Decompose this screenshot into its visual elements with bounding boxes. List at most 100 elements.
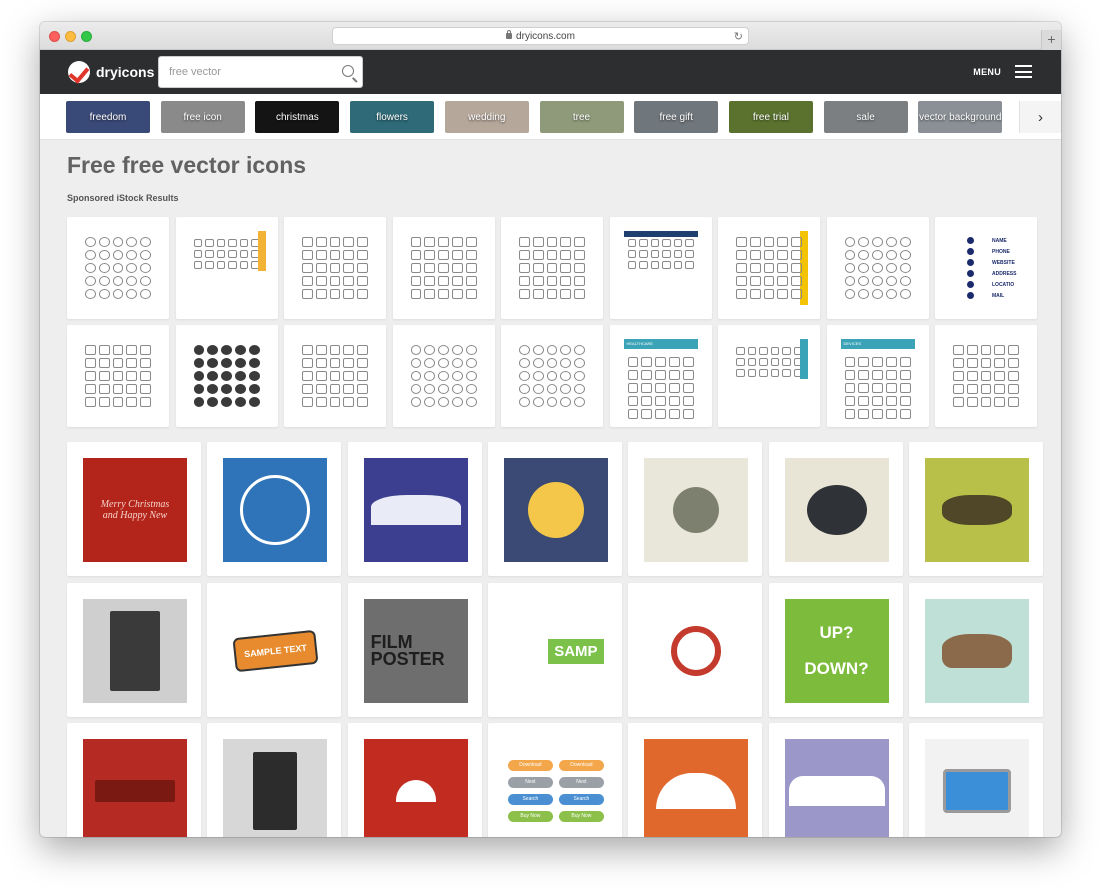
artwork-shape [656,773,737,809]
sample-button: Buy Now [558,811,604,822]
construction-vector-card[interactable] [207,723,342,837]
contact-label: ADDRESS [992,270,1017,277]
sponsored-card-clock-icons[interactable] [175,325,278,427]
tag-free-icon[interactable]: free icon [160,101,245,133]
skull-halftone-image [784,458,889,562]
girl-umbrella-vector-card[interactable] [347,723,482,837]
sample-text-banner-vector-card[interactable]: SAMPLE TEXT [207,583,342,717]
site-logo[interactable]: dryicons [68,61,154,83]
tag-tree[interactable]: tree [539,101,624,133]
tag-sale[interactable]: sale [823,101,908,133]
infographic-icons [627,239,694,269]
menu-label[interactable]: MENU [973,67,1001,77]
headphones-image [644,599,749,703]
address-bar[interactable]: dryicons.com ↻ [332,27,749,45]
city-buildings-image [83,599,187,703]
page-title: Free free vector icons [67,152,307,178]
sponsored-card-devices-icons[interactable]: DEVICES [826,325,929,427]
christmas-ornament-vector-card[interactable]: Merry Christmas and Happy New [67,442,201,576]
sponsored-card-infographic-icons[interactable] [609,217,712,319]
sponsored-card-thumbs-icons[interactable] [392,325,495,427]
minimize-window-button[interactable] [65,31,76,42]
sponsored-card-misc-icons[interactable] [935,325,1037,427]
artwork-shape [673,487,720,533]
tag-free-trial[interactable]: free trial [728,101,813,133]
tag-freedom[interactable]: freedom [66,101,150,133]
search-input[interactable] [159,57,329,87]
sponsored-card-people-icons[interactable] [392,217,495,319]
sponsored-card-healthcare-icons[interactable]: HEALTHCARE [609,325,712,427]
tag-flowers[interactable]: flowers [350,101,435,133]
party-crowd-vector-card[interactable] [768,723,903,837]
search-icon[interactable] [342,65,354,77]
sponsored-card-weather-icons[interactable] [175,217,278,319]
sponsored-card-contact-icons[interactable]: NAME PHONE WEBSITE ADDRESS LOCATIO MAIL [935,217,1037,319]
media-icons [736,347,802,377]
contact-label: NAME [992,237,1007,244]
artwork-text: UP? DOWN? [804,623,869,678]
logo-text: dryicons [96,64,155,80]
alarm-icons [519,345,585,407]
sample-button: Search [558,794,604,805]
tag-christmas[interactable]: christmas [255,101,340,133]
artwork-shape [942,769,1011,813]
tag-vector-background[interactable]: vector background [918,101,1003,133]
artwork-shape [806,485,867,535]
artwork-shape [395,780,436,802]
headphones-vector-card[interactable] [628,583,763,717]
new-tab-button[interactable]: + [1041,30,1061,50]
shoes-grid-vector-card[interactable] [908,442,1043,576]
artwork-text: Merry Christmas and Happy New [100,499,170,521]
sponsored-card-alarm-icons[interactable] [501,325,603,427]
maximize-window-button[interactable] [81,31,92,42]
artwork-shape [527,482,584,538]
elevator-sign-vector-card[interactable]: UP? DOWN? [768,583,903,717]
circles-banner-vector-card[interactable]: SAMP [487,583,622,717]
sponsored-card-media-icons[interactable] [718,325,820,427]
sponsored-card-business-icons[interactable] [718,217,820,319]
lock-icon [506,30,513,39]
sponsored-card-search-icons[interactable] [501,217,603,319]
artwork-shape [941,634,1012,668]
city-buildings-vector-card[interactable] [67,583,201,717]
presentation-icons [302,237,368,299]
retro-car-image [924,599,1029,703]
grey-flowers-vector-card[interactable] [628,442,763,576]
web-buttons-vector-card[interactable]: Download Download Next Next Search Search Buy … [487,723,622,837]
sample-button: Buy Now [507,811,553,822]
business-icons [736,237,802,299]
tag-wedding[interactable]: wedding [444,101,529,133]
skull-halftone-vector-card[interactable] [768,442,903,576]
card-accent [257,231,266,271]
hamburger-menu-icon[interactable] [1015,65,1032,78]
contact-label: WEBSITE [992,259,1015,266]
christmas-ornament-image: Merry Christmas and Happy New [83,458,187,562]
orange-umbrella-vector-card[interactable] [628,723,763,837]
reload-icon[interactable]: ↻ [734,30,743,43]
laptop-vector-card[interactable] [908,723,1043,837]
blue-winter-swirl-image [223,458,328,562]
retro-car-vector-card[interactable] [908,583,1043,717]
sponsored-card-family-icons[interactable] [284,325,386,427]
red-grunge-vector-card[interactable] [67,723,201,837]
artwork-shape [110,611,160,691]
sponsored-card-globe-icons[interactable] [67,217,169,319]
contact-label: MAIL [992,292,1005,299]
tag-free-gift[interactable]: free gift [634,101,719,133]
yellow-floral-vector-card[interactable] [487,442,622,576]
snowy-trees-vector-card[interactable] [347,442,482,576]
blue-winter-swirl-vector-card[interactable] [207,442,342,576]
film-poster-vector-card[interactable]: FILM POSTER [347,583,482,717]
sponsored-card-rocket-icons[interactable] [826,217,929,319]
chevron-right-icon[interactable]: › [1019,101,1061,133]
orange-umbrella-image [644,739,749,837]
sample-button: Next [507,777,553,788]
card-header-label: HEALTHCARE [623,339,698,349]
sponsored-card-document-icons[interactable] [67,325,169,427]
artwork-shape [95,780,175,802]
sponsored-card-presentation-icons[interactable] [284,217,386,319]
close-window-button[interactable] [49,31,60,42]
web-buttons-image: Download Download Next Next Search Search Buy … [503,739,608,837]
sample-button: Search [507,794,553,805]
sponsored-label: Sponsored iStock Results [67,193,179,203]
